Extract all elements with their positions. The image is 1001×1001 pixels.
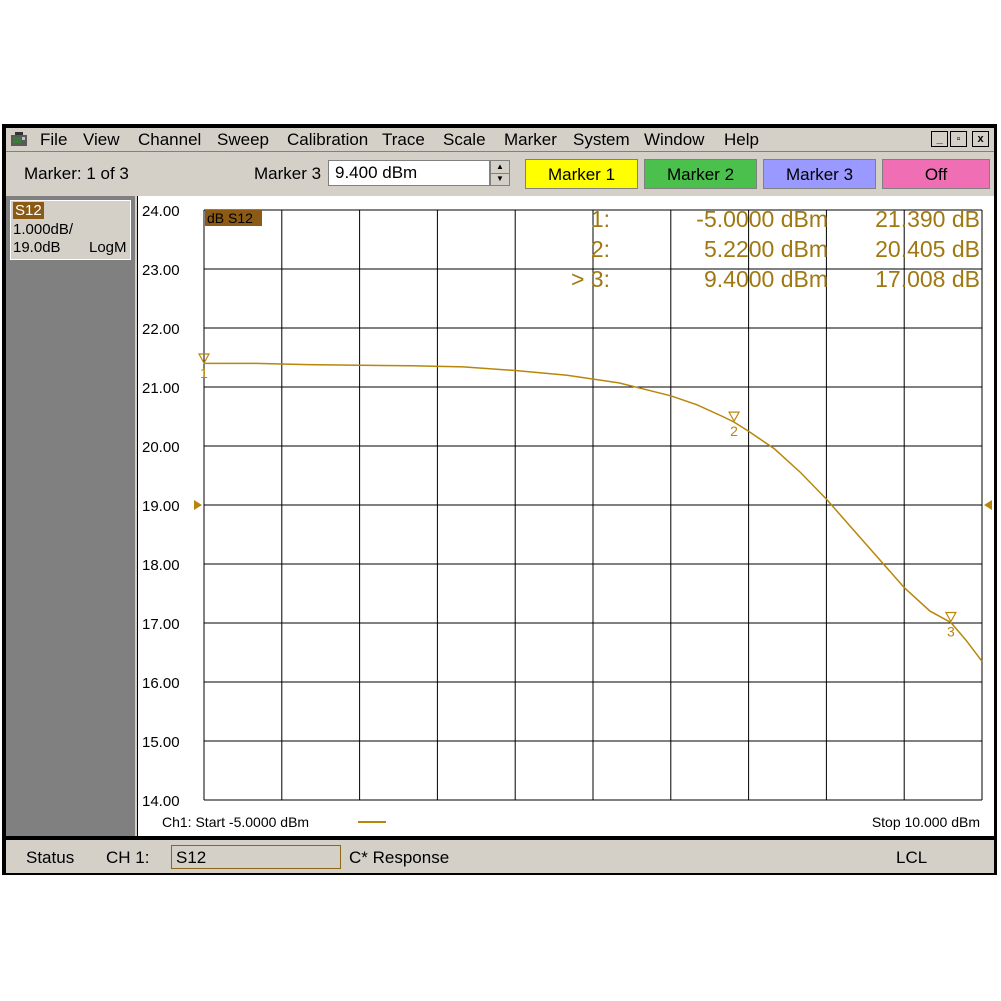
- readout-2-y: 20.405 dB: [875, 236, 980, 262]
- ref-level-left-icon: [194, 500, 202, 510]
- channel-label: CH 1:: [106, 848, 150, 867]
- status-bar: Status CH 1: S12 C* Response LCL: [6, 840, 994, 873]
- menu-calibration[interactable]: Calibration: [285, 129, 370, 150]
- restore-button[interactable]: ▫: [950, 131, 967, 147]
- markers-off-button[interactable]: Off: [882, 159, 990, 189]
- y-tick-label: 16.00: [142, 675, 180, 692]
- app-icon: [11, 132, 27, 146]
- readout-1-x: -5.0000 dBm: [696, 206, 828, 232]
- plot-area: 24.00 23.00 22.00 21.00 20.00 19.00 18.00 17.00…: [138, 196, 994, 836]
- trace-label: dB S12: [207, 210, 253, 226]
- marker-3-label: 3: [947, 624, 955, 640]
- readout-3-x: 9.4000 dBm: [704, 266, 828, 292]
- grid: [203, 209, 983, 801]
- marker-readout: 1: -5.0000 dBm 21.390 dB 2: 5.2200 dBm 2…: [571, 206, 980, 292]
- menu-trace[interactable]: Trace: [380, 129, 427, 150]
- menu-bar: File View Channel Sweep Calibration Trac…: [6, 128, 994, 151]
- active-parameter-field[interactable]: S12: [171, 845, 341, 869]
- marker-1-label: 1: [200, 365, 208, 381]
- y-tick-label: 24.00: [142, 203, 180, 220]
- y-tick-label: 21.00: [142, 380, 180, 397]
- menu-window[interactable]: Window: [642, 129, 706, 150]
- marker-2-label: 2: [730, 423, 738, 439]
- readout-2-x: 5.2200 dBm: [704, 236, 828, 262]
- marker-3-button[interactable]: Marker 3: [763, 159, 876, 189]
- y-tick-labels: 24.00 23.00 22.00 21.00 20.00 19.00 18.00 17.00…: [142, 203, 180, 810]
- marker-value-spinner[interactable]: ▲ ▼: [490, 160, 510, 186]
- sweep-start-label: Ch1: Start -5.0000 dBm: [162, 814, 309, 830]
- menu-help[interactable]: Help: [722, 129, 761, 150]
- readout-1-id: 1:: [591, 206, 610, 232]
- y-tick-label: 22.00: [142, 321, 180, 338]
- menu-file[interactable]: File: [38, 129, 69, 150]
- menu-marker[interactable]: Marker: [502, 129, 559, 150]
- y-tick-label: 23.00: [142, 262, 180, 279]
- readout-2-id: 2:: [591, 236, 610, 262]
- trace-name: S12: [13, 202, 44, 219]
- spinner-down-icon[interactable]: ▼: [491, 173, 509, 185]
- readout-3-id: > 3:: [571, 266, 610, 292]
- marker-layer: 1 2 3: [197, 353, 957, 640]
- close-button[interactable]: x: [972, 131, 989, 147]
- marker-count-label: Marker: 1 of 3: [24, 164, 129, 183]
- menu-sweep[interactable]: Sweep: [215, 129, 271, 150]
- y-tick-label: 18.00: [142, 557, 180, 574]
- marker-1-button[interactable]: Marker 1: [525, 159, 638, 189]
- trace-list-panel: S12 1.000dB/ 19.0dB LogM: [6, 196, 137, 836]
- y-tick-label: 14.00: [142, 793, 180, 810]
- trace-scale: 1.000dB/: [13, 221, 74, 238]
- trace-ref-level: 19.0dB: [13, 239, 61, 256]
- trace-info-box[interactable]: S12 1.000dB/ 19.0dB LogM: [10, 200, 131, 260]
- y-tick-label: 20.00: [142, 439, 180, 456]
- minimize-button[interactable]: _: [931, 131, 948, 147]
- readout-1-y: 21.390 dB: [875, 206, 980, 232]
- menu-view[interactable]: View: [81, 129, 122, 150]
- local-remote-status: LCL: [896, 848, 928, 867]
- marker-toolbar: Marker: 1 of 3 Marker 3 ▲ ▼ Marker 1 Mar…: [6, 151, 994, 196]
- s12-chart: 24.00 23.00 22.00 21.00 20.00 19.00 18.00 17.00…: [142, 203, 992, 830]
- marker-2-button[interactable]: Marker 2: [644, 159, 757, 189]
- ref-level-right-icon: [984, 500, 992, 510]
- menu-scale[interactable]: Scale: [441, 129, 488, 150]
- readout-3-y: 17.008 dB: [875, 266, 980, 292]
- y-tick-label: 19.00: [142, 498, 180, 515]
- trace-format: LogM: [89, 239, 127, 256]
- menu-system[interactable]: System: [571, 129, 632, 150]
- menu-channel[interactable]: Channel: [136, 129, 203, 150]
- status-label: Status: [26, 848, 75, 867]
- active-marker-label: Marker 3: [254, 164, 322, 183]
- sweep-stop-label: Stop 10.000 dBm: [872, 814, 980, 830]
- y-tick-label: 17.00: [142, 616, 180, 633]
- y-tick-label: 15.00: [142, 734, 180, 751]
- marker-value-input[interactable]: [328, 160, 490, 186]
- calibration-status: C* Response: [349, 848, 450, 867]
